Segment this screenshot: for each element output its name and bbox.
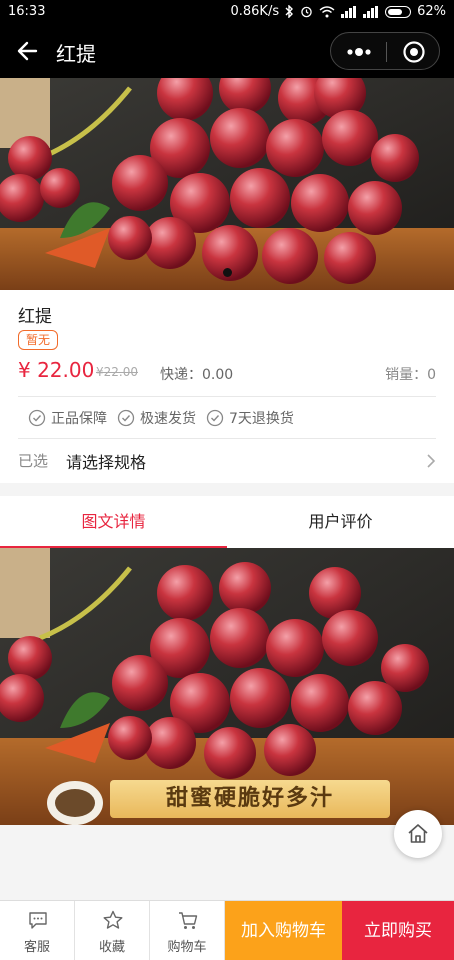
check-circle-icon	[206, 409, 224, 427]
wifi-icon	[319, 5, 335, 17]
close-miniprogram-icon[interactable]	[387, 33, 441, 71]
sales-count: 销量：0	[385, 367, 436, 383]
buy-now-button[interactable]: 立即购买	[342, 901, 454, 960]
signal-icon-2	[363, 5, 379, 18]
product-price: ¥ 22.00	[18, 358, 95, 382]
customer-service-label: 客服	[23, 940, 50, 955]
add-to-cart-button[interactable]: 加入购物车	[225, 901, 342, 960]
guarantee-label: 正品保障	[51, 411, 107, 427]
home-icon	[408, 824, 428, 843]
spec-selector[interactable]: 已选 请选择规格	[0, 440, 454, 480]
more-icon[interactable]	[331, 33, 386, 71]
tab-detail[interactable]: 图文详情	[0, 496, 227, 548]
carousel-indicator[interactable]	[223, 268, 232, 277]
guarantee-list: 正品保障 极速发货 7天退换货	[28, 408, 294, 428]
detail-tabs: 图文详情 用户评价	[0, 496, 454, 548]
cart-label: 购物车	[167, 940, 207, 955]
status-time: 16:33	[8, 4, 46, 19]
favorite-button[interactable]: 收藏	[75, 901, 150, 960]
detail-image: 甜蜜硬脆好多汁	[0, 548, 454, 825]
chevron-right-icon	[427, 454, 436, 468]
check-circle-icon	[28, 409, 46, 427]
guarantee-item: 极速发货	[117, 408, 196, 428]
divider	[18, 396, 436, 397]
page-title: 红提	[56, 42, 96, 66]
divider	[18, 438, 436, 439]
chat-icon	[29, 912, 47, 929]
bottom-action-bar: 客服 收藏 购物车 加入购物车 立即购买	[0, 900, 454, 960]
guarantee-label: 7天退换货	[229, 411, 294, 427]
signal-icon	[341, 5, 357, 18]
home-button[interactable]	[394, 810, 442, 858]
spec-label: 已选	[18, 452, 49, 470]
product-banner-image[interactable]	[0, 78, 454, 290]
cart-icon	[179, 912, 198, 929]
original-price: ¥22.00	[96, 365, 138, 379]
shipping-fee: 快递：0.00	[160, 367, 234, 383]
battery-level: 62%	[417, 4, 446, 19]
spec-value: 请选择规格	[66, 453, 147, 472]
nav-bar: 红提	[0, 25, 454, 78]
check-circle-icon	[117, 409, 135, 427]
alarm-icon	[301, 6, 312, 18]
tab-reviews[interactable]: 用户评价	[227, 496, 454, 548]
customer-service-button[interactable]: 客服	[0, 901, 75, 960]
grapes-banner-photo	[0, 78, 454, 290]
status-bar: 16:33 0.86K/s 62%	[0, 0, 454, 25]
back-arrow-icon[interactable]	[14, 37, 42, 65]
cart-button[interactable]: 购物车	[150, 901, 225, 960]
product-name: 红提	[18, 307, 52, 327]
guarantee-item: 正品保障	[28, 408, 107, 428]
favorite-label: 收藏	[98, 940, 125, 955]
mini-program-capsule	[330, 32, 440, 70]
detail-caption: 甜蜜硬脆好多汁	[110, 780, 390, 818]
battery-icon	[385, 5, 412, 18]
guarantee-label: 极速发货	[140, 411, 196, 427]
stock-badge: 暂无	[18, 330, 59, 350]
bluetooth-icon	[285, 5, 294, 18]
star-icon	[103, 910, 123, 929]
guarantee-item: 7天退换货	[206, 408, 294, 428]
network-speed: 0.86K/s	[230, 4, 280, 19]
status-indicators: 0.86K/s 62%	[230, 4, 446, 19]
product-info-card: 红提 暂无 ¥ 22.00 ¥22.00 快递：0.00 销量：0 正品保障 极…	[0, 290, 454, 483]
